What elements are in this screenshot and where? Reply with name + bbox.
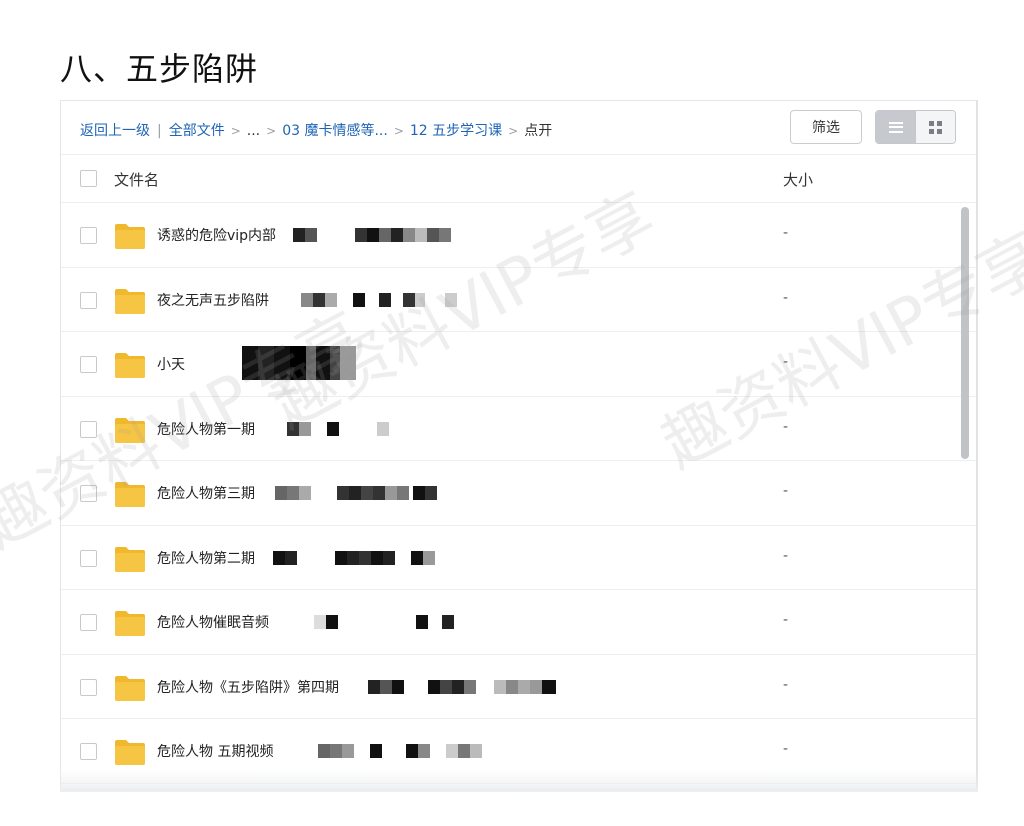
select-all-checkbox[interactable] [80, 170, 97, 187]
folder-icon [115, 353, 145, 378]
table-row[interactable]: 危险人物第一期 - [61, 397, 976, 461]
table-row[interactable]: 危险人物第二期 - [61, 526, 976, 590]
file-name[interactable]: 夜之无声五步陷阱 [157, 290, 269, 310]
folder-icon [115, 611, 145, 636]
folder-icon [115, 675, 145, 701]
row-checkbox[interactable] [80, 549, 97, 567]
breadcrumb-ellipsis[interactable]: ... [247, 123, 260, 139]
file-list: 诱惑的危险vip内部 - 夜之无声五步陷阱 - 小天 - 危险人物第一期 - 危… [61, 203, 976, 784]
file-size: - [783, 289, 789, 306]
file-size: - [783, 483, 789, 499]
breadcrumb-arrow: > [266, 124, 277, 138]
table-row[interactable]: 夜之无声五步陷阱 - [61, 268, 976, 332]
scrollbar-thumb[interactable] [961, 207, 969, 459]
filter-button[interactable]: 筛选 [790, 110, 862, 144]
file-size: - [783, 741, 789, 757]
file-size: - [783, 547, 789, 564]
row-checkbox[interactable] [80, 485, 97, 502]
file-name[interactable]: 小天 [157, 354, 185, 374]
page-title: 八、五步陷阱 [60, 50, 259, 88]
view-toggle [875, 110, 956, 144]
breadcrumb-arrow: > [393, 124, 404, 138]
row-checkbox[interactable] [80, 678, 97, 696]
back-link[interactable]: 返回上一级 [80, 123, 150, 139]
breadcrumb-current: 点开 [524, 123, 553, 139]
file-size: - [783, 354, 789, 370]
folder-icon [115, 546, 145, 572]
grid-view-icon [929, 120, 942, 134]
folder-icon [115, 482, 145, 507]
row-checkbox[interactable] [80, 743, 97, 760]
bottom-shadow [60, 770, 978, 792]
file-name[interactable]: 危险人物第一期 [157, 419, 255, 439]
file-name[interactable]: 危险人物第二期 [157, 548, 255, 568]
folder-icon [115, 288, 145, 314]
row-checkbox[interactable] [80, 420, 97, 438]
scrollbar[interactable] [958, 203, 972, 789]
folder-icon [115, 224, 145, 249]
table-row[interactable]: 危险人物催眠音频 - [61, 590, 976, 655]
breadcrumb-item-12[interactable]: 12 五步学习课 [410, 123, 502, 139]
file-size: - [783, 612, 789, 628]
toolbar: 返回上一级 | 全部文件 >... >03 魔卡情感等... >12 五步学习课 > 点开 筛… [61, 101, 976, 155]
list-view-button[interactable] [876, 111, 915, 143]
file-size: - [783, 225, 789, 241]
file-size: - [783, 418, 789, 435]
file-name[interactable]: 诱惑的危险vip内部 [157, 225, 276, 245]
all-files-link[interactable]: 全部文件 [169, 123, 225, 139]
table-header: 文件名 大小 [61, 155, 976, 203]
row-checkbox[interactable] [80, 291, 97, 309]
file-name[interactable]: 危险人物《五步陷阱》第四期 [157, 677, 339, 697]
file-name[interactable]: 危险人物 五期视频 [157, 741, 273, 761]
table-row[interactable]: 危险人物第三期 - [61, 461, 976, 526]
breadcrumb-separator: | [157, 123, 162, 139]
folder-icon [115, 417, 145, 443]
table-row[interactable]: 危险人物《五步陷阱》第四期 - [61, 655, 976, 719]
breadcrumb: 返回上一级 | 全部文件 >... >03 魔卡情感等... >12 五步学习课 > 点开 [80, 120, 552, 140]
folder-icon [115, 740, 145, 765]
column-header-name[interactable]: 文件名 [114, 169, 159, 190]
column-header-size[interactable]: 大小 [783, 169, 813, 190]
table-row[interactable]: 诱惑的危险vip内部 - [61, 203, 976, 268]
file-browser-panel: 返回上一级 | 全部文件 >... >03 魔卡情感等... >12 五步学习课 > 点开 筛… [60, 100, 978, 790]
grid-view-button[interactable] [915, 111, 955, 143]
row-checkbox[interactable] [80, 227, 97, 244]
file-name[interactable]: 危险人物第三期 [157, 483, 255, 503]
file-name[interactable]: 危险人物催眠音频 [157, 612, 269, 632]
breadcrumb-arrow: > [508, 124, 519, 138]
list-view-icon [888, 121, 903, 133]
row-checkbox[interactable] [80, 614, 97, 631]
row-checkbox[interactable] [80, 356, 97, 373]
breadcrumb-arrow: > [230, 124, 241, 138]
breadcrumb-item-03[interactable]: 03 魔卡情感等... [282, 123, 388, 139]
table-row[interactable]: 小天 - [61, 332, 976, 397]
file-size: - [783, 676, 789, 693]
